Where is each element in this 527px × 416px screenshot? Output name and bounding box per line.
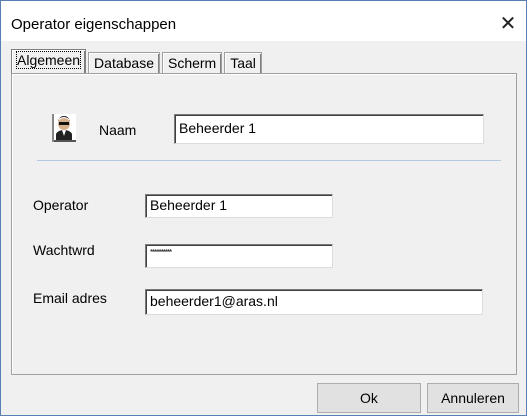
ok-button[interactable]: Ok [317, 383, 421, 413]
tab-label: Algemeen [15, 51, 82, 69]
close-icon[interactable]: ✕ [490, 9, 526, 39]
divider [37, 160, 501, 161]
tab-taal[interactable]: Taal [224, 52, 262, 74]
tab-scherm[interactable]: Scherm [161, 52, 223, 74]
wachtwoord-field[interactable]: ********** [145, 244, 333, 268]
operator-field[interactable]: Beheerder 1 [145, 194, 333, 218]
naam-field[interactable]: Beheerder 1 [174, 114, 484, 144]
tab-database[interactable]: Database [88, 52, 160, 74]
title-bar: Operator eigenschappen ✕ [1, 1, 526, 41]
window-title: Operator eigenschappen [11, 16, 177, 33]
user-avatar-icon [52, 114, 76, 142]
operator-label: Operator [33, 197, 89, 213]
tab-algemeen[interactable]: Algemeen [11, 49, 87, 73]
naam-label: Naam [99, 122, 137, 138]
dialog-window: Operator eigenschappen ✕ Algemeen Databa… [0, 0, 527, 416]
tab-panel-algemeen: Naam Beheerder 1 Operator Beheerder 1 Wa… [11, 73, 517, 375]
wachtwoord-label: Wachtwrd [33, 242, 95, 258]
email-field[interactable]: beheerder1@aras.nl [145, 289, 483, 315]
email-label: Email adres [33, 290, 107, 306]
cancel-button[interactable]: Annuleren [427, 383, 519, 413]
tab-strip: Algemeen Database Scherm Taal [11, 49, 264, 74]
